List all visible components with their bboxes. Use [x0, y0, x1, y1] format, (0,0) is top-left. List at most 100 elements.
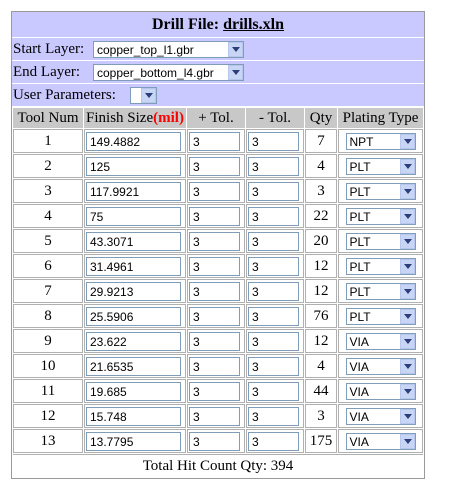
- tool-num-cell: 9: [13, 329, 83, 353]
- chevron-down-icon[interactable]: [399, 158, 415, 174]
- chevron-down-icon[interactable]: [399, 258, 415, 274]
- plating-type-select[interactable]: PLT: [345, 207, 416, 225]
- plus-tol-input[interactable]: 3: [189, 281, 240, 301]
- finish-size-cell: 15.748: [84, 404, 186, 428]
- minus-tol-input[interactable]: 3: [248, 406, 299, 426]
- plus-tol-input[interactable]: 3: [189, 406, 240, 426]
- chevron-down-icon[interactable]: [399, 208, 415, 224]
- minus-tol-input[interactable]: 3: [248, 206, 299, 226]
- chevron-down-icon[interactable]: [399, 433, 415, 449]
- plating-type-select[interactable]: VIA: [345, 432, 416, 450]
- plus-tol-input[interactable]: 3: [189, 206, 240, 226]
- finish-size-input[interactable]: 25.5906: [86, 306, 181, 326]
- plus-tol-cell: 3: [187, 429, 245, 453]
- plating-type-select[interactable]: PLT: [345, 282, 416, 300]
- tool-num-cell: 11: [13, 379, 83, 403]
- plus-tol-input[interactable]: 3: [189, 181, 240, 201]
- tool-num-cell: 13: [13, 429, 83, 453]
- plating-type-select[interactable]: VIA: [345, 407, 416, 425]
- finish-size-input[interactable]: 43.3071: [86, 231, 181, 251]
- qty-cell: 20: [305, 229, 337, 253]
- chevron-down-icon[interactable]: [399, 133, 415, 149]
- plus-tol-input[interactable]: 3: [189, 306, 240, 326]
- finish-size-input[interactable]: 125: [86, 156, 181, 176]
- plating-type-select[interactable]: PLT: [345, 182, 416, 200]
- plus-tol-input[interactable]: 3: [189, 331, 240, 351]
- table-row: 3 117.9921 3 3 3 PLT: [13, 179, 423, 203]
- minus-tol-input[interactable]: 3: [248, 231, 299, 251]
- table-row: 6 31.4961 3 3 12 PLT: [13, 254, 423, 278]
- plus-tol-input[interactable]: 3: [189, 131, 240, 151]
- plating-type-select[interactable]: NPT: [345, 132, 416, 150]
- table-row: 8 25.5906 3 3 76 PLT: [13, 304, 423, 328]
- plus-tol-input[interactable]: 3: [189, 356, 240, 376]
- plus-tol-input[interactable]: 3: [189, 231, 240, 251]
- chevron-down-icon[interactable]: [399, 383, 415, 399]
- table-row: 1 149.4882 3 3 7 NPT: [13, 129, 423, 153]
- end-layer-select[interactable]: copper_bottom_l4.gbr: [93, 63, 244, 81]
- plating-type-select[interactable]: PLT: [345, 157, 416, 175]
- plating-type-value: PLT: [349, 234, 371, 249]
- plating-type-select[interactable]: VIA: [345, 357, 416, 375]
- chevron-down-icon[interactable]: [399, 408, 415, 424]
- drill-tools-table: Tool Num Finish Size(mil) + Tol. - Tol. …: [12, 107, 424, 454]
- chevron-down-icon[interactable]: [399, 233, 415, 249]
- plus-tol-input[interactable]: 3: [189, 156, 240, 176]
- start-layer-select[interactable]: copper_top_l1.gbr: [93, 40, 244, 58]
- finish-size-input[interactable]: 21.6535: [86, 356, 181, 376]
- tool-num-cell: 4: [13, 204, 83, 228]
- plus-tol-cell: 3: [187, 204, 245, 228]
- plating-type-select[interactable]: VIA: [345, 382, 416, 400]
- finish-size-input[interactable]: 31.4961: [86, 256, 181, 276]
- plus-tol-input[interactable]: 3: [189, 381, 240, 401]
- finish-size-input[interactable]: 75: [86, 206, 181, 226]
- end-layer-value: copper_bottom_l4.gbr: [97, 65, 214, 80]
- qty-cell: 44: [305, 379, 337, 403]
- minus-tol-cell: 3: [246, 329, 304, 353]
- user-parameters-select[interactable]: [130, 86, 157, 104]
- panel-title: Drill File: drills.xln: [12, 12, 424, 38]
- minus-tol-input[interactable]: 3: [248, 306, 299, 326]
- plating-type-select[interactable]: PLT: [345, 257, 416, 275]
- qty-cell: 175: [305, 429, 337, 453]
- chevron-down-icon[interactable]: [399, 308, 415, 324]
- finish-size-input[interactable]: 15.748: [86, 406, 181, 426]
- plus-tol-input[interactable]: 3: [189, 256, 240, 276]
- minus-tol-input[interactable]: 3: [248, 431, 299, 451]
- finish-size-input[interactable]: 149.4882: [86, 131, 181, 151]
- minus-tol-input[interactable]: 3: [248, 281, 299, 301]
- minus-tol-cell: 3: [246, 254, 304, 278]
- finish-size-cell: 43.3071: [84, 229, 186, 253]
- plating-type-value: PLT: [349, 309, 371, 324]
- minus-tol-input[interactable]: 3: [248, 256, 299, 276]
- chevron-down-icon[interactable]: [399, 358, 415, 374]
- minus-tol-input[interactable]: 3: [248, 381, 299, 401]
- finish-size-input[interactable]: 13.7795: [86, 431, 181, 451]
- plating-type-value: VIA: [349, 359, 369, 374]
- plating-type-value: PLT: [349, 284, 371, 299]
- finish-size-input[interactable]: 117.9921: [86, 181, 181, 201]
- minus-tol-input[interactable]: 3: [248, 131, 299, 151]
- finish-size-input[interactable]: 29.9213: [86, 281, 181, 301]
- chevron-down-icon[interactable]: [399, 283, 415, 299]
- plating-type-select[interactable]: VIA: [345, 332, 416, 350]
- chevron-down-icon[interactable]: [399, 183, 415, 199]
- drill-file-link[interactable]: drills.xln: [223, 16, 284, 33]
- chevron-down-icon[interactable]: [141, 87, 156, 103]
- chevron-down-icon[interactable]: [399, 333, 415, 349]
- plating-type-select[interactable]: PLT: [345, 307, 416, 325]
- plating-type-select[interactable]: PLT: [345, 232, 416, 250]
- chevron-down-icon[interactable]: [228, 64, 243, 80]
- chevron-down-icon[interactable]: [228, 41, 243, 57]
- qty-cell: 76: [305, 304, 337, 328]
- minus-tol-input[interactable]: 3: [248, 156, 299, 176]
- minus-tol-input[interactable]: 3: [248, 356, 299, 376]
- finish-size-input[interactable]: 19.685: [86, 381, 181, 401]
- minus-tol-input[interactable]: 3: [248, 331, 299, 351]
- plus-tol-input[interactable]: 3: [189, 431, 240, 451]
- finish-size-input[interactable]: 23.622: [86, 331, 181, 351]
- minus-tol-input[interactable]: 3: [248, 181, 299, 201]
- plus-tol-cell: 3: [187, 129, 245, 153]
- finish-size-cell: 117.9921: [84, 179, 186, 203]
- finish-size-cell: 21.6535: [84, 354, 186, 378]
